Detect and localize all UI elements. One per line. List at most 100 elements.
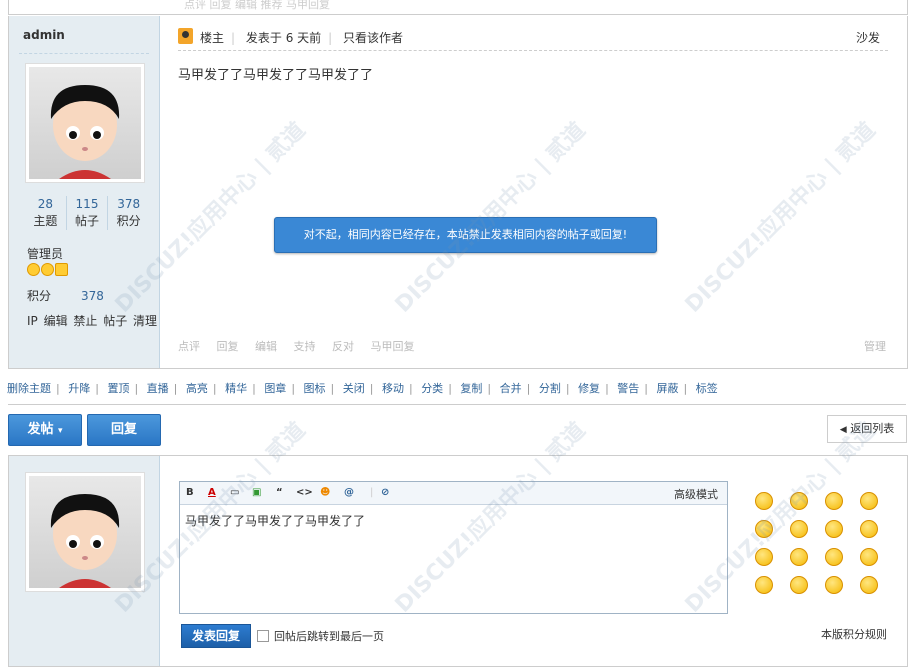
vest-reply-link[interactable]: 马甲回复 bbox=[371, 340, 415, 353]
moderation-links: 删除主题 | 升降 | 置顶 | 直播 | 高亮 | 精华 | 图章 | 图标 | 关闭 | 移动… bbox=[7, 382, 718, 395]
mod-link[interactable]: 修复 bbox=[578, 382, 600, 395]
quick-reply-box: B A ▭ ▣ “ <> ☻ @ | ⊘ 高级模式 马甲发了了马甲发了了马甲发了… bbox=[8, 455, 908, 667]
mod-link[interactable]: 删除主题 bbox=[7, 382, 51, 395]
floor-label: 楼主 bbox=[200, 31, 225, 45]
chevron-down-icon: ▾ bbox=[58, 426, 63, 436]
checkbox-icon bbox=[257, 630, 269, 642]
emoji-icon[interactable]: ☻ bbox=[320, 487, 330, 498]
smiley-icon[interactable] bbox=[790, 576, 808, 594]
reply-button[interactable]: 回复 bbox=[87, 414, 161, 446]
post-header: 楼主 | 发表于 6 天前 | 只看该作者 沙发 bbox=[178, 26, 888, 51]
font-color-icon[interactable]: A bbox=[208, 487, 216, 498]
admin-links[interactable]: IP 编辑 禁止 帖子 清理 bbox=[27, 312, 157, 329]
mod-link[interactable]: 分割 bbox=[539, 382, 561, 395]
back-to-list-button[interactable]: ◀ 返回列表 bbox=[827, 415, 907, 443]
mod-link[interactable]: 升降 bbox=[68, 382, 90, 395]
reply-editor: B A ▭ ▣ “ <> ☻ @ | ⊘ 高级模式 马甲发了了马甲发了了马甲发了… bbox=[179, 481, 728, 614]
editor-toolbar: B A ▭ ▣ “ <> ☻ @ | ⊘ 高级模式 bbox=[180, 482, 727, 505]
smiley-icon[interactable] bbox=[755, 548, 773, 566]
points-row: 积分 378 bbox=[27, 289, 104, 303]
stat-points[interactable]: 378 积分 bbox=[108, 196, 149, 230]
arrow-left-icon: ◀ bbox=[839, 425, 847, 435]
support-link[interactable]: 支持 bbox=[294, 340, 316, 353]
reply-textarea[interactable]: 马甲发了了马甲发了了马甲发了了 bbox=[180, 505, 727, 536]
attachment-icon[interactable]: ▣ bbox=[252, 487, 261, 498]
toolbar-separator: | bbox=[370, 487, 374, 498]
smiley-icon[interactable] bbox=[755, 492, 773, 510]
post-main: 楼主 | 发表于 6 天前 | 只看该作者 沙发 马甲发了了马甲发了了马甲发了了 对… bbox=[178, 16, 888, 368]
star-icon bbox=[55, 263, 68, 276]
avatar[interactable] bbox=[25, 472, 145, 592]
smiley-icon[interactable] bbox=[790, 548, 808, 566]
link-icon[interactable]: ⊘ bbox=[381, 487, 389, 498]
reply-sidebar bbox=[9, 456, 160, 666]
smiley-icon[interactable] bbox=[825, 520, 843, 538]
mod-link[interactable]: 标签 bbox=[696, 382, 718, 395]
smiley-icon[interactable] bbox=[860, 576, 878, 594]
smiley-icon[interactable] bbox=[825, 576, 843, 594]
author-icon bbox=[178, 28, 193, 44]
smiley-icon[interactable] bbox=[755, 576, 773, 594]
mod-link[interactable]: 分类 bbox=[421, 382, 443, 395]
author-name[interactable]: admin bbox=[23, 28, 65, 42]
advanced-mode-link[interactable]: 高级模式 bbox=[674, 486, 718, 502]
previous-post-actions: 点评 回复 编辑 推荐 马甲回复 bbox=[184, 0, 330, 11]
mod-link[interactable]: 置顶 bbox=[107, 382, 129, 395]
mod-link[interactable]: 合并 bbox=[500, 382, 522, 395]
image-icon[interactable]: ▭ bbox=[230, 487, 239, 498]
edit-link[interactable]: 编辑 bbox=[255, 340, 277, 353]
mod-link[interactable]: 复制 bbox=[460, 382, 482, 395]
bold-icon[interactable]: B bbox=[186, 487, 194, 498]
mod-link[interactable]: 直播 bbox=[147, 382, 169, 395]
stat-topics[interactable]: 28 主题 bbox=[25, 196, 67, 230]
mod-link[interactable]: 移动 bbox=[382, 382, 404, 395]
post-actions: 点评 回复 编辑 支持 反对 马甲回复 管理 bbox=[178, 338, 888, 354]
reply-link[interactable]: 回复 bbox=[217, 340, 239, 353]
post-time: 发表于 6 天前 bbox=[245, 31, 322, 45]
smiley-icon[interactable] bbox=[825, 548, 843, 566]
avatar-cartoon bbox=[50, 494, 120, 588]
smiley-icon bbox=[27, 263, 40, 276]
comment-link[interactable]: 点评 bbox=[178, 340, 200, 353]
submit-reply-button[interactable]: 发表回复 bbox=[181, 624, 251, 648]
mod-link[interactable]: 图标 bbox=[304, 382, 326, 395]
manage-link[interactable]: 管理 bbox=[864, 338, 886, 354]
points-rules-link[interactable]: 本版积分规则 bbox=[821, 626, 887, 642]
author-stats: 28 主题 115 帖子 378 积分 bbox=[25, 196, 149, 230]
smiley-icon[interactable] bbox=[860, 492, 878, 510]
avatar[interactable] bbox=[25, 63, 145, 183]
only-author-link[interactable]: 只看该作者 bbox=[343, 31, 403, 45]
smiley-icon[interactable] bbox=[790, 520, 808, 538]
smiley-icon[interactable] bbox=[825, 492, 843, 510]
smiley-icon[interactable] bbox=[860, 520, 878, 538]
stat-posts[interactable]: 115 帖子 bbox=[67, 196, 109, 230]
mod-link[interactable]: 关闭 bbox=[343, 382, 365, 395]
new-post-button[interactable]: 发帖 ▾ bbox=[8, 414, 82, 446]
mod-link[interactable]: 精华 bbox=[225, 382, 247, 395]
mention-icon[interactable]: @ bbox=[344, 487, 354, 498]
post-author-sidebar: admin 28 主题 115 帖子 378 积分 管理员 积分 378 IP … bbox=[9, 16, 160, 368]
post-content: 马甲发了了马甲发了了马甲发了了 bbox=[178, 68, 374, 83]
oppose-link[interactable]: 反对 bbox=[332, 340, 354, 353]
smiley-icon[interactable] bbox=[860, 548, 878, 566]
code-icon[interactable]: <> bbox=[296, 487, 313, 498]
post-container: admin 28 主题 115 帖子 378 积分 管理员 积分 378 IP … bbox=[8, 16, 908, 369]
mod-link[interactable]: 屏蔽 bbox=[657, 382, 679, 395]
jump-last-page-checkbox[interactable]: 回帖后跳转到最后一页 bbox=[257, 628, 384, 644]
avatar-cartoon bbox=[50, 85, 120, 179]
user-group[interactable]: 管理员 bbox=[27, 245, 63, 262]
mod-link[interactable]: 高亮 bbox=[186, 382, 208, 395]
floor-number[interactable]: 沙发 bbox=[856, 29, 880, 46]
divider bbox=[8, 404, 906, 405]
smiley-icon bbox=[41, 263, 54, 276]
error-toast: 对不起，相同内容已经存在，本站禁止发表相同内容的帖子或回复! bbox=[274, 217, 657, 253]
smilies-panel bbox=[755, 492, 895, 594]
divider bbox=[19, 53, 149, 54]
smiley-icon[interactable] bbox=[755, 520, 773, 538]
quote-icon[interactable]: “ bbox=[276, 487, 283, 498]
smiley-icon[interactable] bbox=[790, 492, 808, 510]
mod-link[interactable]: 图章 bbox=[264, 382, 286, 395]
previous-post-strip: 点评 回复 编辑 推荐 马甲回复 bbox=[8, 0, 908, 15]
rank-icons bbox=[27, 263, 68, 276]
mod-link[interactable]: 警告 bbox=[617, 382, 639, 395]
